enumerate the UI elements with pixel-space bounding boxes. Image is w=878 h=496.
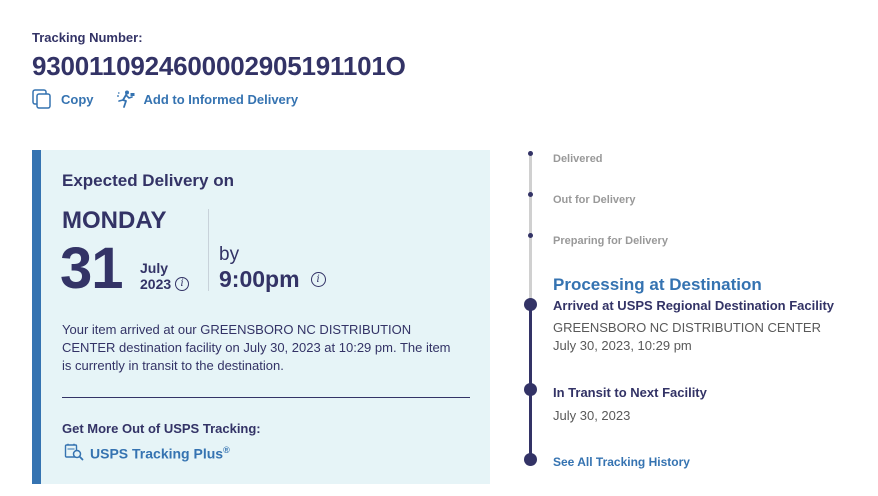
- card-accent-bar: [32, 150, 41, 484]
- delivery-year-row: 2023 i: [140, 276, 190, 292]
- delivery-date: 31: [60, 236, 124, 301]
- timeline-event-title: Arrived at USPS Regional Destination Fac…: [553, 298, 835, 313]
- timeline-event-date: July 30, 2023, 10:29 pm: [553, 338, 692, 353]
- card-divider: [62, 397, 470, 398]
- usps-tracking-plus-link[interactable]: USPS Tracking Plus®: [64, 443, 230, 464]
- copy-label: Copy: [61, 91, 94, 107]
- tracking-number: 9300110924600002905191101O: [32, 51, 406, 81]
- timeline-step-delivered: Delivered: [553, 153, 603, 165]
- timeline-line-upcoming: [529, 152, 532, 300]
- delivery-month: July: [140, 260, 169, 276]
- delivery-time: 9:00pm: [219, 266, 300, 292]
- delivery-year: 2023: [140, 276, 172, 292]
- copy-icon: [31, 88, 53, 110]
- timeline-dot: [528, 233, 533, 238]
- timeline-dot-event: [524, 383, 537, 396]
- timeline-event-title: In Transit to Next Facility: [553, 385, 707, 400]
- tracking-actions: Copy Add to Informed Delivery: [31, 88, 298, 110]
- delivery-status-description: Your item arrived at our GREENSBORO NC D…: [62, 322, 451, 373]
- informed-delivery-icon: [116, 89, 136, 109]
- timeline-event-location: GREENSBORO NC DISTRIBUTION CENTER: [553, 320, 821, 335]
- timeline-dot: [528, 151, 533, 156]
- delivery-time-row: 9:00pm i: [219, 266, 326, 293]
- tracking-plus-label: USPS Tracking Plus®: [90, 445, 230, 462]
- see-all-tracking-history-link[interactable]: See All Tracking History: [553, 455, 690, 469]
- info-icon[interactable]: i: [310, 272, 326, 287]
- add-to-informed-delivery-button[interactable]: Add to Informed Delivery: [116, 89, 299, 109]
- more-tracking-title: Get More Out of USPS Tracking:: [62, 421, 261, 436]
- info-icon[interactable]: i: [175, 277, 190, 291]
- timeline-dot-current: [524, 298, 537, 311]
- timeline-step-out-for-delivery: Out for Delivery: [553, 194, 636, 206]
- timeline-dot: [528, 192, 533, 197]
- tracking-number-label: Tracking Number:: [32, 30, 143, 45]
- timeline-dot-history: [524, 453, 537, 466]
- copy-button[interactable]: Copy: [31, 88, 94, 110]
- timeline-step-preparing: Preparing for Delivery: [553, 235, 668, 247]
- delivery-day: MONDAY: [62, 207, 167, 234]
- timeline-event-date: July 30, 2023: [553, 408, 631, 423]
- registered-mark: ®: [223, 445, 230, 456]
- timeline-line-completed: [529, 302, 532, 460]
- by-label: by: [219, 244, 240, 265]
- informed-delivery-label: Add to Informed Delivery: [143, 91, 299, 107]
- timeline-current-status: Processing at Destination: [553, 275, 762, 294]
- tracking-plus-icon: [64, 443, 84, 464]
- date-time-divider: [208, 209, 209, 291]
- expected-delivery-title: Expected Delivery on: [62, 171, 234, 190]
